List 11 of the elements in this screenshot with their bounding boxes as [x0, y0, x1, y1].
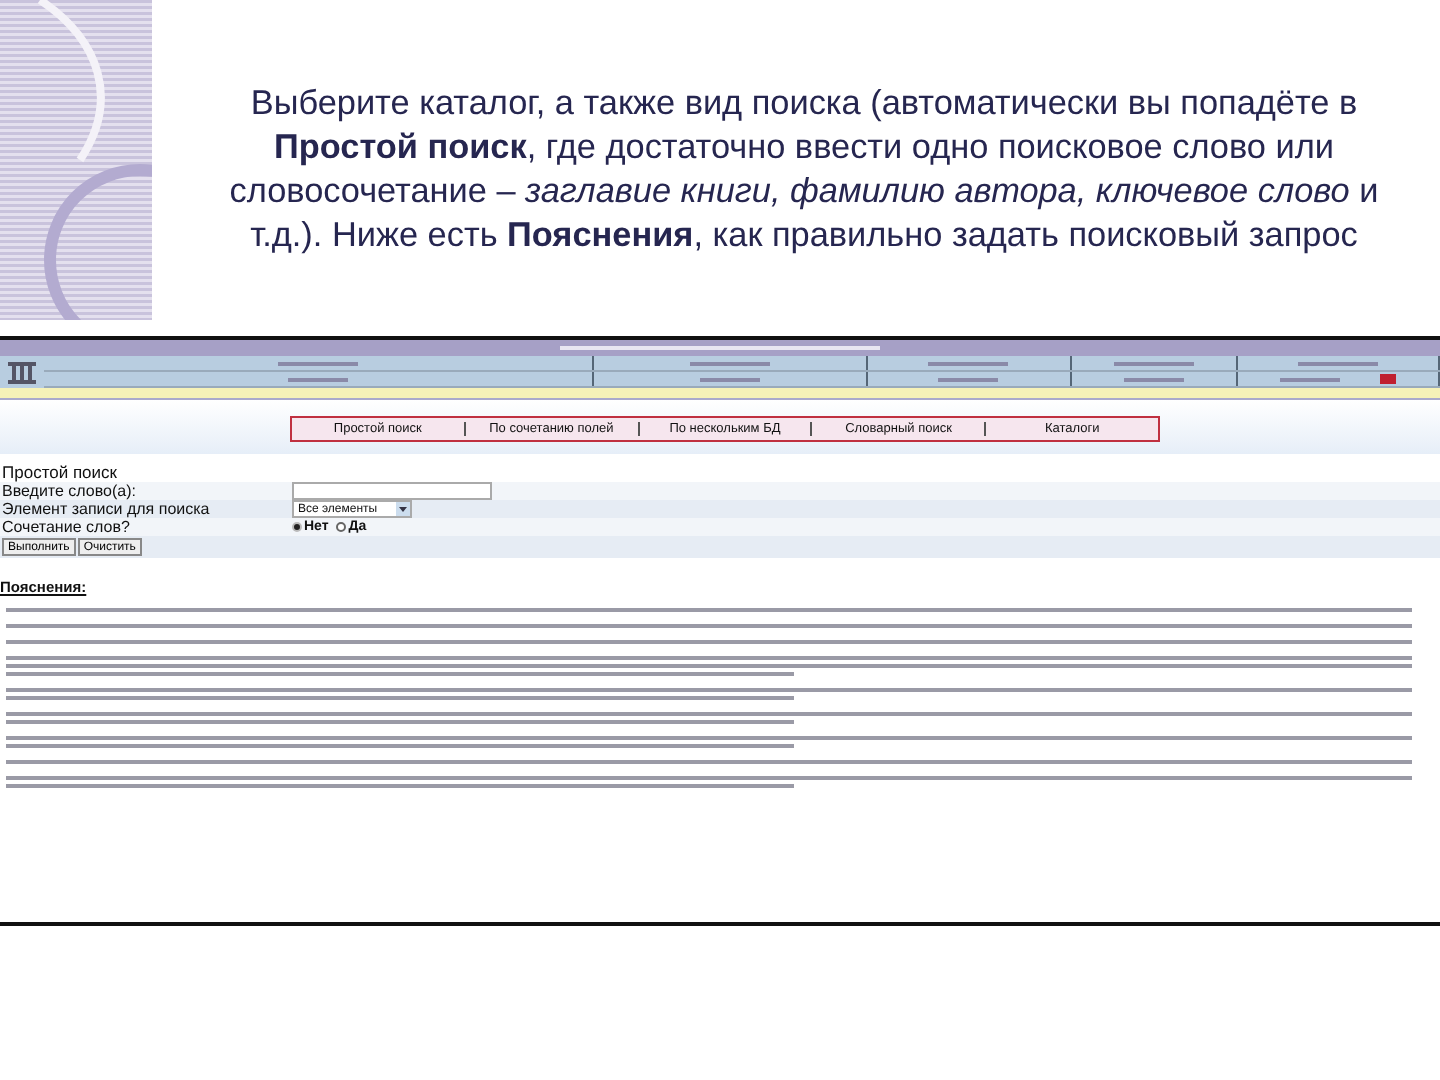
field-label: Элемент записи для поиска — [0, 500, 212, 518]
field-label: Сочетание слов? — [0, 518, 132, 536]
dropdown-arrow-icon — [396, 502, 410, 516]
form-title: Простой поиск — [0, 462, 119, 482]
slide-text: Выберите каталог, а также вид поиска (автоматически вы попадёте в Простой поиск, где достаточно ввести одно поисковое слово или словосочетание – заглавие книги, фамилию автора, ключевое слово и т.д.). Ниже есть Пояснения, как правильно задать поисковый запрос — [227, 80, 1381, 258]
field-label: Введите слово(а): — [0, 482, 138, 500]
radio-button[interactable] — [292, 522, 302, 532]
flag-icon — [1379, 374, 1396, 384]
columns-icon — [8, 360, 36, 384]
radio-button[interactable] — [336, 522, 347, 532]
input-field[interactable] — [292, 482, 492, 500]
